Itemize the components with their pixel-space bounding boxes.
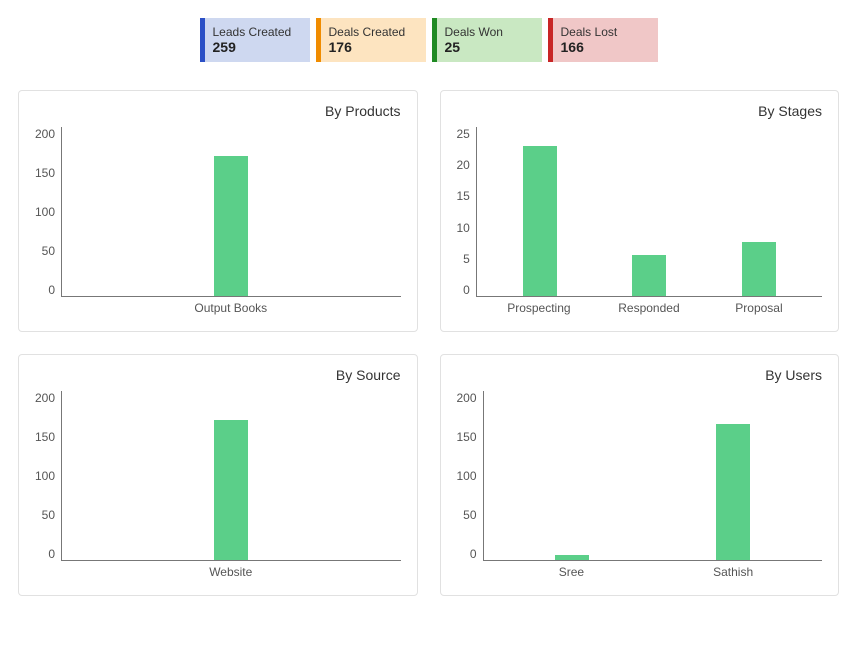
stat-label: Deals Won [445, 25, 534, 39]
y-tick: 200 [35, 127, 55, 141]
bar-slot [653, 424, 814, 560]
y-tick: 150 [457, 430, 477, 444]
stat-label: Leads Created [213, 25, 302, 39]
plot-area [61, 391, 400, 561]
bar-slot [492, 555, 653, 560]
bar[interactable] [214, 156, 248, 296]
x-axis: Website [61, 561, 400, 579]
y-tick: 50 [42, 508, 55, 522]
y-tick: 200 [457, 391, 477, 405]
x-tick: Prospecting [484, 301, 594, 315]
bar-slot [70, 156, 392, 296]
x-tick: Website [69, 565, 392, 579]
y-tick: 0 [48, 547, 55, 561]
stat-value: 25 [445, 39, 534, 55]
stat-body: Deals Won 25 [437, 18, 542, 62]
stat-label: Deals Created [329, 25, 418, 39]
bar-slot [595, 255, 705, 296]
y-axis: 200 150 100 50 0 [457, 391, 483, 561]
bar-slot [485, 146, 595, 296]
stat-card-deals-lost[interactable]: Deals Lost 166 [548, 18, 658, 62]
y-axis: 200 150 100 50 0 [35, 127, 61, 297]
bar[interactable] [555, 555, 589, 560]
stat-label: Deals Lost [561, 25, 650, 39]
stat-card-leads-created[interactable]: Leads Created 259 [200, 18, 310, 62]
y-tick: 0 [463, 283, 470, 297]
y-tick: 25 [457, 127, 470, 141]
plot-area [476, 127, 822, 297]
chart-by-users: By Users 200 150 100 50 0 SreeSathish [440, 354, 840, 596]
bar-slot [70, 420, 392, 560]
y-tick: 50 [42, 244, 55, 258]
x-tick: Sathish [652, 565, 814, 579]
stat-value: 176 [329, 39, 418, 55]
y-axis: 25 20 15 10 5 0 [457, 127, 476, 297]
x-tick: Output Books [69, 301, 392, 315]
chart-by-source: By Source 200 150 100 50 0 Website [18, 354, 418, 596]
stat-card-deals-created[interactable]: Deals Created 176 [316, 18, 426, 62]
y-tick: 15 [457, 189, 470, 203]
bar[interactable] [742, 242, 776, 296]
stats-row: Leads Created 259 Deals Created 176 Deal… [18, 18, 839, 62]
x-tick: Sree [491, 565, 653, 579]
bar[interactable] [214, 420, 248, 560]
y-tick: 150 [35, 166, 55, 180]
y-tick: 100 [35, 469, 55, 483]
x-axis: Output Books [61, 297, 400, 315]
y-tick: 100 [35, 205, 55, 219]
y-tick: 200 [35, 391, 55, 405]
stat-body: Leads Created 259 [205, 18, 310, 62]
y-axis: 200 150 100 50 0 [35, 391, 61, 561]
charts-grid: By Products 200150100500 Output Books By… [18, 90, 839, 596]
y-tick: 50 [463, 508, 476, 522]
x-axis: SreeSathish [483, 561, 822, 579]
y-tick: 20 [457, 158, 470, 172]
chart-title: By Users [457, 367, 823, 383]
x-tick: Responded [594, 301, 704, 315]
plot-area [483, 391, 822, 561]
bar[interactable] [716, 424, 750, 560]
x-axis: ProspectingRespondedProposal [476, 297, 822, 315]
chart-by-stages: By Stages 25 20 15 10 5 0 ProspectingResponde… [440, 90, 840, 332]
y-tick: 150 [35, 430, 55, 444]
plot-area [61, 127, 400, 297]
stat-value: 166 [561, 39, 650, 55]
chart-by-products: By Products 200 150 100 50 0 Output Books [18, 90, 418, 332]
chart-title: By Stages [457, 103, 823, 119]
stat-body: Deals Created 176 [321, 18, 426, 62]
chart-title: By Source [35, 367, 401, 383]
stat-card-deals-won[interactable]: Deals Won 25 [432, 18, 542, 62]
bar[interactable] [632, 255, 666, 296]
stat-body: Deals Lost 166 [553, 18, 658, 62]
y-tick: 100 [457, 469, 477, 483]
x-tick: Proposal [704, 301, 814, 315]
y-tick: 5 [463, 252, 470, 266]
bar-slot [704, 242, 814, 296]
stat-value: 259 [213, 39, 302, 55]
y-tick: 0 [470, 547, 477, 561]
bar[interactable] [523, 146, 557, 296]
chart-title: By Products [35, 103, 401, 119]
y-tick: 10 [457, 221, 470, 235]
y-tick: 0 [48, 283, 55, 297]
